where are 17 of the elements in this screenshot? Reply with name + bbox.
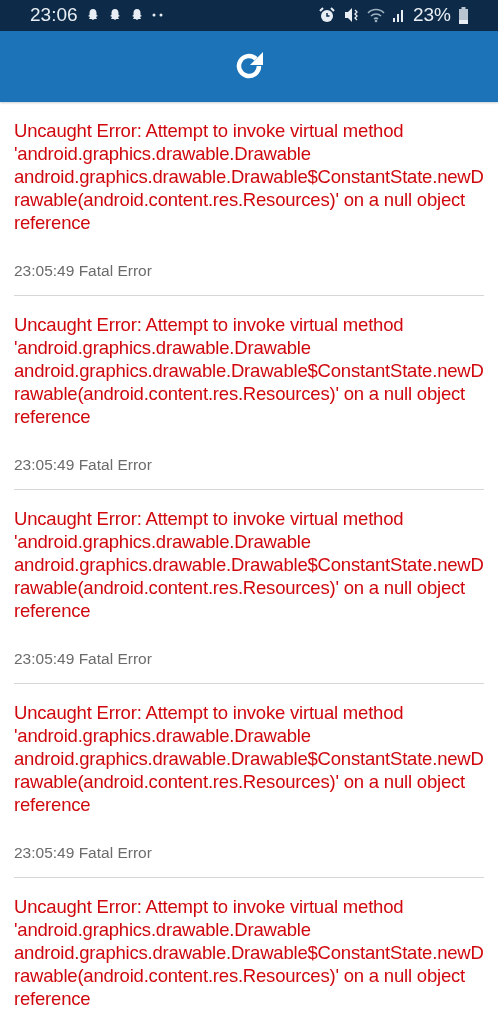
battery-percent: 23%	[412, 4, 451, 27]
error-message: Uncaught Error: Attempt to invoke virtual method 'android.graphics.drawable.Drawable android.graphics.drawable.Drawable$ConstantState.newDrawable(android.content.res.Resources)' on a null object reference	[14, 313, 484, 428]
error-timestamp: 23:05:49 Fatal Error	[14, 455, 153, 475]
error-message: Uncaught Error: Attempt to invoke virtual method 'android.graphics.drawable.Drawable android.graphics.drawable.Drawable$ConstantState.newDrawable(android.content.res.Resources)' on a null object reference	[14, 119, 484, 234]
more-notifications-icon	[151, 13, 164, 18]
error-message: Uncaught Error: Attempt to invoke virtual method 'android.graphics.drawable.Drawable android.graphics.drawable.Drawable$ConstantState.newDrawable(android.content.res.Resources)' on a null object reference	[14, 507, 484, 622]
error-message: Uncaught Error: Attempt to invoke virtual method 'android.graphics.drawable.Drawable android.graphics.drawable.Drawable$ConstantState.newDrawable(android.content.res.Resources)' on a null object reference	[14, 701, 484, 816]
signal-icon	[392, 8, 405, 23]
error-timestamp: 23:05:49 Fatal Error	[14, 649, 153, 669]
mute-icon	[342, 7, 359, 24]
battery-icon	[459, 6, 468, 24]
error-timestamp: 23:05:49 Fatal Error	[14, 261, 153, 281]
status-time: 23:06	[30, 4, 78, 27]
error-timestamp: 23:05:49 Fatal Error	[14, 843, 153, 863]
error-message: Uncaught Error: Attempt to invoke virtual method 'android.graphics.drawable.Drawable android.graphics.drawable.Drawable$ConstantState.newDrawable(android.content.res.Resources)' on a null object reference	[14, 895, 484, 1010]
wifi-icon	[366, 7, 385, 23]
alarm-icon	[318, 7, 335, 24]
